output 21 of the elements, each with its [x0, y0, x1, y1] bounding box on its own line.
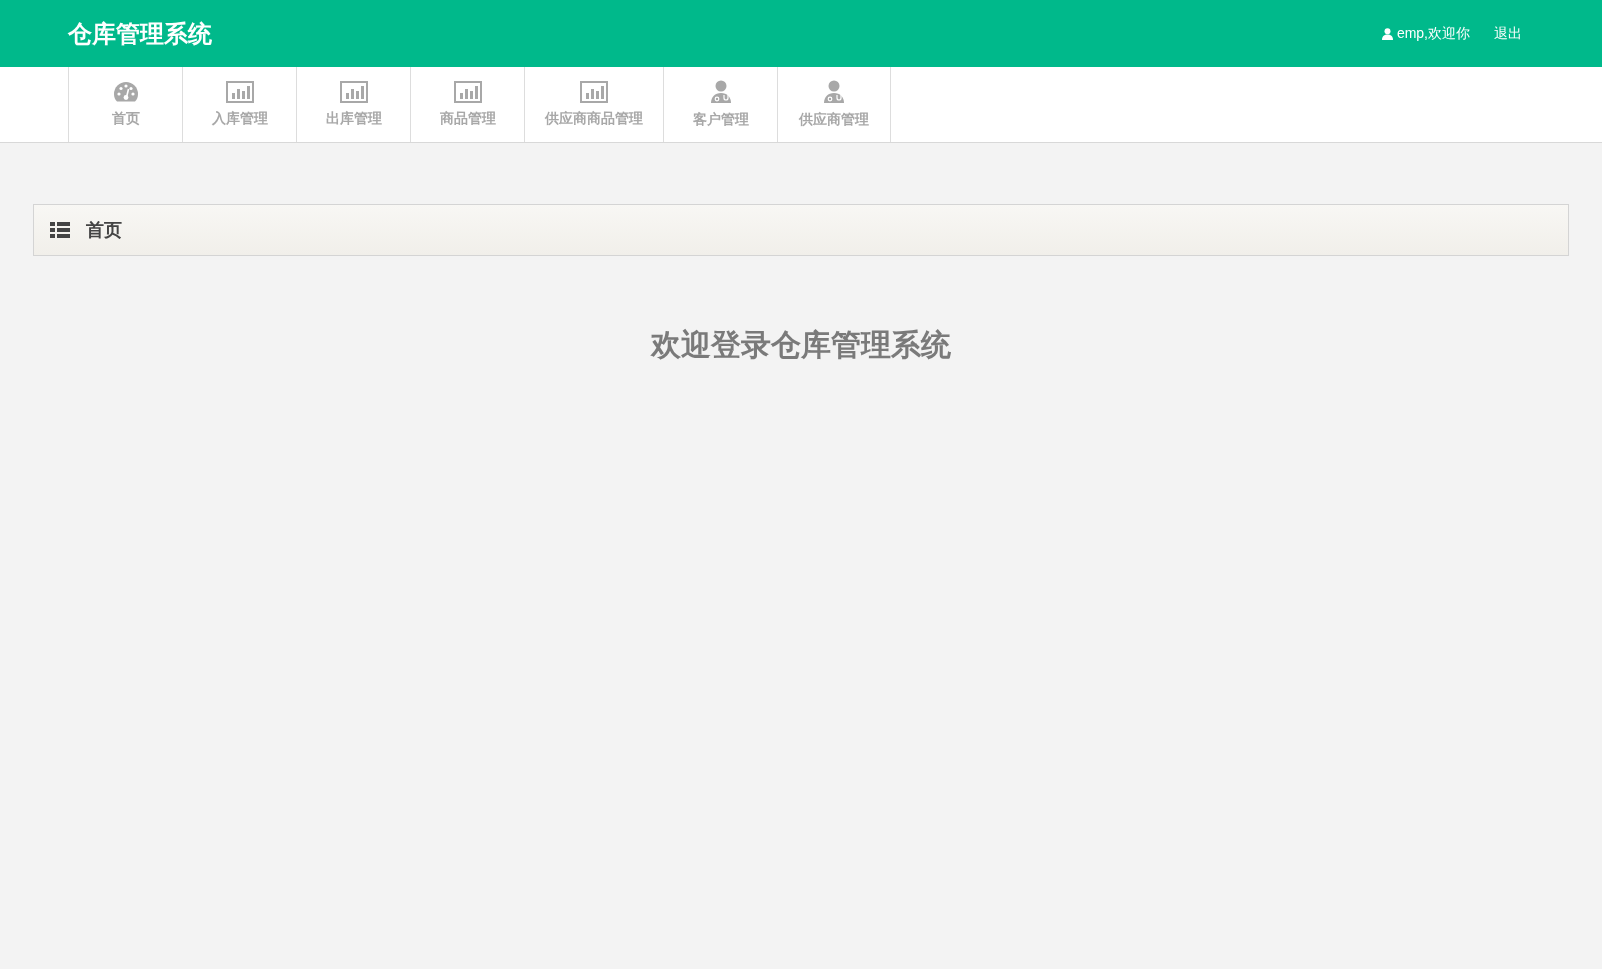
- nav-tab[interactable]: 首页: [68, 67, 182, 142]
- bar-chart-icon: [453, 80, 482, 103]
- nav-tab[interactable]: 供应商商品管理: [524, 67, 663, 142]
- nav-tab[interactable]: 商品管理: [410, 67, 524, 142]
- app-title: 仓库管理系统: [68, 18, 212, 49]
- nav-tab[interactable]: 客户管理: [663, 67, 777, 142]
- nav-tab[interactable]: 入库管理: [182, 67, 296, 142]
- bar-chart-icon: [225, 80, 254, 103]
- doctor-icon: [823, 79, 845, 104]
- logout-link[interactable]: 退出: [1494, 23, 1522, 44]
- welcome-user-text: emp,欢迎你: [1396, 24, 1470, 43]
- nav-tab[interactable]: 出库管理: [296, 67, 410, 142]
- bar-chart-icon: [580, 80, 608, 103]
- dashboard-icon: [112, 80, 139, 103]
- breadcrumb-title: 首页: [86, 218, 122, 242]
- nav-tab[interactable]: 供应商管理: [777, 67, 891, 142]
- bar-chart-icon: [339, 80, 368, 103]
- user-icon: [1381, 27, 1393, 40]
- list-icon: [50, 222, 70, 238]
- doctor-icon: [709, 79, 732, 104]
- welcome-heading: 欢迎登录仓库管理系统: [651, 327, 951, 363]
